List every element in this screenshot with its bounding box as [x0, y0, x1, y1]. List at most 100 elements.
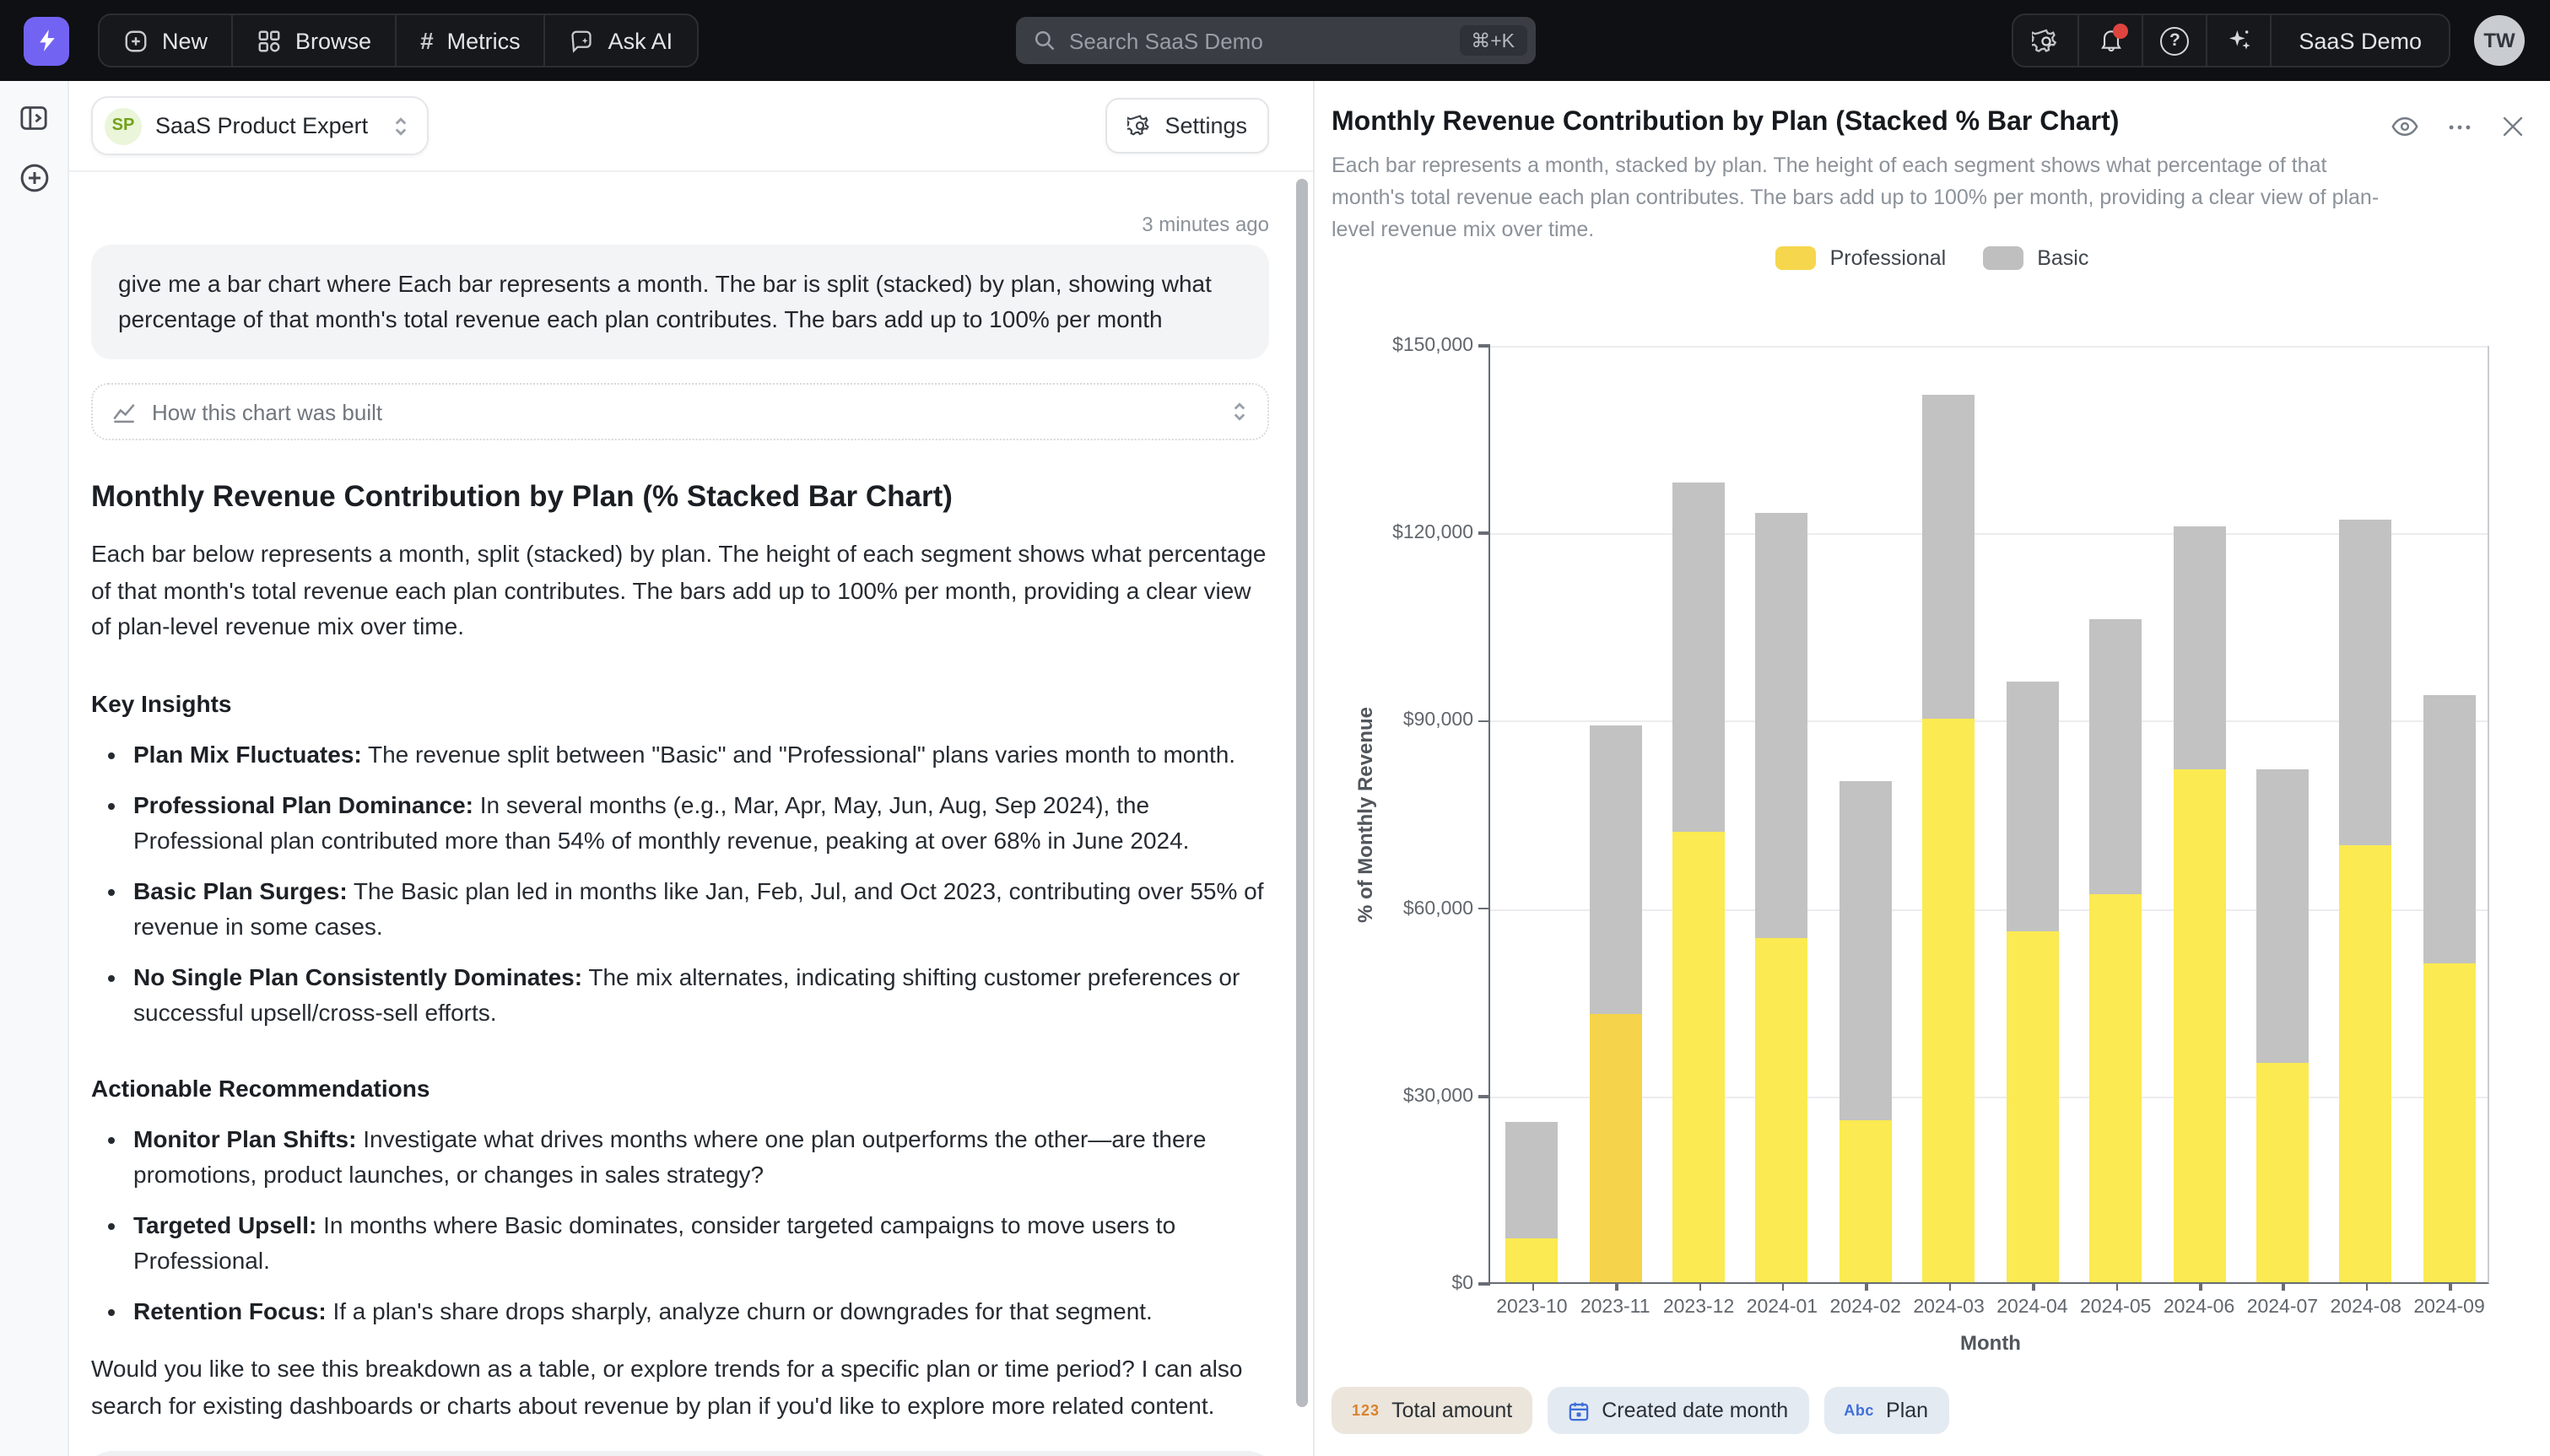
- chat-scroll-area: 3 minutes ago give me a bar chart where …: [69, 172, 1313, 1456]
- ai-sparkles-button[interactable]: [2206, 15, 2270, 66]
- legend-label-professional: Professional: [1830, 246, 1947, 270]
- list-item: Targeted Upsell: In months where Basic d…: [133, 1208, 1269, 1279]
- bar-2024-04: [2006, 682, 2058, 1282]
- legend-swatch-professional: [1776, 246, 1817, 270]
- y-axis-label: $90,000: [1403, 711, 1473, 731]
- chart-viewer-panel: Monthly Revenue Contribution by Plan (St…: [1315, 81, 2550, 1456]
- segment-professional: [2173, 769, 2225, 1282]
- metrics-button[interactable]: # Metrics: [395, 15, 544, 66]
- search-input[interactable]: Search SaaS Demo ⌘+K: [1015, 17, 1535, 64]
- response-title: Monthly Revenue Contribution by Plan (% …: [91, 479, 1269, 515]
- number-field-icon: 123: [1352, 1402, 1380, 1419]
- tag-created-date-month[interactable]: Created date month: [1548, 1387, 1808, 1434]
- segment-professional: [1756, 938, 1808, 1282]
- legend-label-basic: Basic: [2037, 246, 2088, 270]
- segment-basic: [2256, 769, 2309, 1063]
- segment-professional: [2340, 844, 2392, 1282]
- search-placeholder: Search SaaS Demo: [1069, 28, 1459, 53]
- x-axis-tick: [2450, 1282, 2452, 1291]
- segment-basic: [2340, 520, 2392, 844]
- org-switcher[interactable]: SaaS Demo: [2270, 15, 2449, 66]
- x-axis-label: 2024-02: [1823, 1297, 1907, 1318]
- nav-icon-group: ? SaaS Demo: [2012, 13, 2450, 67]
- expand-sidebar-button[interactable]: [17, 101, 51, 135]
- segment-professional: [2006, 932, 2058, 1282]
- x-axis-label: 2024-07: [2241, 1297, 2325, 1318]
- tag-total-amount[interactable]: 123 Total amount: [1332, 1387, 1532, 1434]
- sparkles-icon: [2225, 27, 2252, 54]
- segment-professional: [1672, 832, 1725, 1282]
- y-axis-label: $0: [1451, 1274, 1473, 1294]
- nav-right-cluster: ? SaaS Demo TW: [2012, 13, 2525, 67]
- y-axis-tick: [1478, 908, 1490, 910]
- list-item: Basic Plan Surges: The Basic plan led in…: [133, 874, 1269, 945]
- close-icon[interactable]: [2499, 113, 2526, 140]
- chart-legend: Professional Basic: [1315, 246, 2550, 270]
- bar-2024-05: [2089, 619, 2142, 1282]
- gridline: [1490, 533, 2488, 535]
- x-axis-tick: [1532, 1282, 1534, 1291]
- search-shortcut-kbd: ⌘+K: [1459, 25, 1526, 56]
- gear-icon: [2031, 26, 2060, 55]
- browse-button[interactable]: Browse: [231, 15, 395, 66]
- user-message-bubble: give me a bar chart where Each bar repre…: [91, 245, 1269, 359]
- ask-ai-button[interactable]: Ask AI: [544, 15, 697, 66]
- legend-item-basic[interactable]: Basic: [1983, 246, 2088, 270]
- user-avatar[interactable]: TW: [2474, 15, 2525, 66]
- x-axis-label: 2023-10: [1490, 1297, 1574, 1318]
- how-chart-built-expander[interactable]: How this chart was built: [91, 383, 1269, 440]
- key-insights-heading: Key Insights: [91, 690, 1269, 717]
- legend-item-professional[interactable]: Professional: [1776, 246, 1947, 270]
- field-tags: 123 Total amount Created date month Abc …: [1332, 1387, 1948, 1434]
- x-axis-tick: [1699, 1282, 1701, 1291]
- segment-professional: [1589, 1013, 1641, 1282]
- metrics-button-label: Metrics: [447, 28, 521, 53]
- segment-basic: [2006, 682, 2058, 932]
- recommendations-list: Monitor Plan Shifts: Investigate what dr…: [91, 1122, 1269, 1329]
- agent-settings-button[interactable]: Settings: [1105, 98, 1269, 154]
- segment-basic: [1589, 725, 1641, 1013]
- gridline: [1490, 721, 2488, 723]
- y-axis-tick: [1478, 345, 1490, 348]
- bar-2023-10: [1505, 1123, 1558, 1282]
- panel-expand-icon: [17, 101, 51, 135]
- tag-plan[interactable]: Abc Plan: [1823, 1387, 1948, 1434]
- calendar-icon: [1568, 1399, 1590, 1421]
- tag-label: Plan: [1886, 1399, 1928, 1422]
- gridline: [1490, 346, 2488, 348]
- org-label: SaaS Demo: [2299, 28, 2422, 53]
- chevron-selector-icon: [1230, 400, 1249, 423]
- chat-panel: SP SaaS Product Expert Settings 3 minute…: [69, 81, 1315, 1456]
- chat-scrollbar[interactable]: [1296, 179, 1308, 1407]
- settings-button-label: Settings: [1164, 113, 1247, 138]
- y-axis-label: $60,000: [1403, 898, 1473, 919]
- y-axis-title: % of Monthly Revenue: [1353, 706, 1377, 922]
- notifications-button[interactable]: [2077, 15, 2142, 66]
- segment-professional: [2089, 894, 2142, 1282]
- top-nav: New Browse # Metrics Ask AI: [0, 0, 2550, 81]
- chart-panel-actions: [2390, 111, 2526, 142]
- x-axis-label: 2024-09: [2407, 1297, 2491, 1318]
- response-intro: Each bar below represents a month, split…: [91, 537, 1269, 646]
- how-built-label: How this chart was built: [152, 399, 1205, 424]
- help-button[interactable]: ?: [2142, 15, 2206, 66]
- more-options-icon[interactable]: [2445, 112, 2474, 141]
- segment-professional: [2256, 1064, 2309, 1282]
- new-thread-button[interactable]: [16, 160, 51, 196]
- app-logo[interactable]: [24, 16, 69, 65]
- new-button-label: New: [162, 28, 208, 53]
- view-eye-icon[interactable]: [2390, 111, 2420, 142]
- new-button[interactable]: New: [100, 15, 231, 66]
- x-axis-label: 2024-01: [1741, 1297, 1824, 1318]
- agent-selector[interactable]: SP SaaS Product Expert: [91, 96, 429, 155]
- avatar-initials: TW: [2483, 29, 2515, 52]
- list-item: Monitor Plan Shifts: Investigate what dr…: [133, 1122, 1269, 1193]
- browse-button-label: Browse: [295, 28, 371, 53]
- bar-2024-07: [2256, 769, 2309, 1282]
- list-item: Professional Plan Dominance: In several …: [133, 788, 1269, 859]
- app-window: New Browse # Metrics Ask AI: [0, 0, 2550, 1456]
- message-timestamp: 3 minutes ago: [91, 213, 1269, 236]
- settings-gear-button[interactable]: [2013, 15, 2077, 66]
- chat-bubble-star-icon: [570, 28, 595, 53]
- y-axis-tick: [1478, 1095, 1490, 1097]
